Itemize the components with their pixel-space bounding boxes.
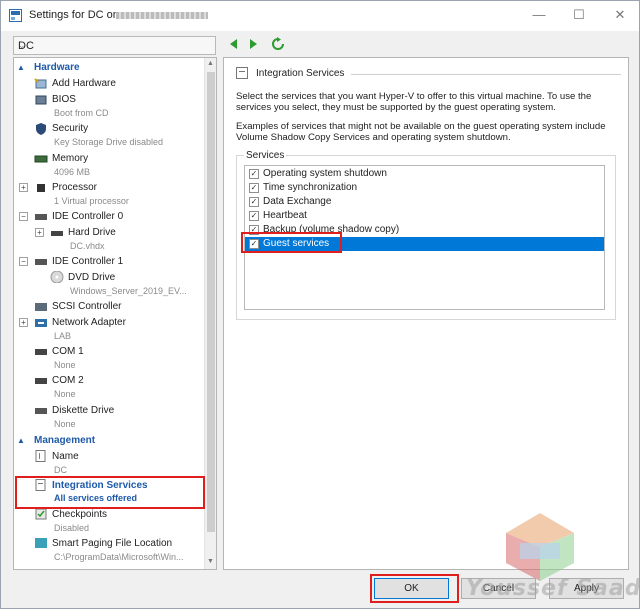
forward-arrow-icon[interactable] bbox=[246, 37, 260, 51]
memory-icon bbox=[34, 155, 48, 163]
back-arrow-icon[interactable] bbox=[227, 37, 241, 51]
scroll-down-icon[interactable]: ▼ bbox=[207, 558, 214, 565]
redacted-host-name bbox=[116, 12, 208, 19]
service-heartbeat[interactable]: ✓ Heartbeat bbox=[245, 209, 604, 223]
service-operating-system-shutdown[interactable]: ✓ Operating system shutdown bbox=[245, 167, 604, 181]
sidebar-item-scsi-controller[interactable]: SCSI Controller bbox=[14, 300, 204, 314]
collapse-icon[interactable]: − bbox=[19, 257, 28, 266]
sidebar-item-processor[interactable]: + Processor 1 Virtual processor bbox=[14, 181, 204, 209]
sidebar-item-add-hardware[interactable]: Add Hardware bbox=[14, 77, 204, 91]
network-adapter-icon bbox=[35, 319, 47, 327]
service-checkbox[interactable]: ✓ bbox=[249, 197, 259, 207]
vm-selector[interactable]: DC ⌄ bbox=[13, 36, 216, 55]
sidebar-item-bios[interactable]: BIOS Boot from CD bbox=[14, 93, 204, 121]
services-legend: Services bbox=[244, 150, 287, 161]
ide-controller-icon bbox=[35, 214, 47, 220]
sidebar-item-checkpoints[interactable]: Checkpoints Disabled bbox=[14, 508, 204, 536]
description-text: Select the services that you want Hyper-… bbox=[236, 91, 592, 113]
sidebar-item-security[interactable]: Security Key Storage Drive disabled bbox=[14, 122, 204, 150]
expand-icon[interactable]: + bbox=[19, 183, 28, 192]
maximize-icon[interactable]: ☐ bbox=[571, 7, 587, 23]
smart-paging-icon bbox=[35, 538, 47, 548]
svg-text:I: I bbox=[39, 452, 41, 461]
sidebar-item-ide-controller-1[interactable]: − IDE Controller 1 bbox=[14, 255, 204, 269]
collapse-triangle-icon: ▲ bbox=[17, 63, 25, 72]
bios-chip-icon bbox=[35, 95, 47, 105]
chevron-down-icon: ⌄ bbox=[18, 40, 26, 50]
integration-services-icon bbox=[236, 67, 248, 79]
service-time-synchronization[interactable]: ✓ Time synchronization bbox=[245, 181, 604, 195]
refresh-icon[interactable] bbox=[271, 37, 285, 51]
sidebar-item-smart-paging[interactable]: Smart Paging File Location C:\ProgramDat… bbox=[14, 537, 204, 565]
sidebar-item-com-2[interactable]: COM 2 None bbox=[14, 374, 204, 402]
service-checkbox[interactable]: ✓ bbox=[249, 211, 259, 221]
collapse-triangle-icon: ▲ bbox=[17, 436, 25, 445]
annotation-highlight-ok bbox=[370, 574, 459, 603]
close-icon[interactable]: ✕ bbox=[612, 7, 628, 23]
shield-icon bbox=[36, 123, 46, 135]
annotation-highlight-guest-services bbox=[241, 232, 342, 253]
collapse-icon[interactable]: − bbox=[19, 212, 28, 221]
group-title: Integration Services bbox=[256, 68, 345, 79]
service-checkbox[interactable]: ✓ bbox=[249, 183, 259, 193]
expand-icon[interactable]: + bbox=[35, 228, 44, 237]
scroll-up-icon[interactable]: ▲ bbox=[207, 60, 214, 67]
sidebar-item-hard-drive[interactable]: + Hard Drive DC.vhdx bbox=[14, 226, 204, 254]
sidebar-item-network-adapter[interactable]: + Network Adapter LAB bbox=[14, 316, 204, 344]
diskette-icon bbox=[35, 408, 47, 414]
sidebar-item-com-1[interactable]: COM 1 None bbox=[14, 345, 204, 373]
expand-icon[interactable]: + bbox=[19, 318, 28, 327]
sidebar-item-dvd-drive[interactable]: DVD Drive Windows_Server_2019_EV... bbox=[14, 271, 204, 299]
settings-window: Settings for DC on — ☐ ✕ DC ⌄ ▲ Hardware… bbox=[0, 0, 640, 609]
section-management[interactable]: ▲ Management bbox=[14, 435, 204, 448]
ide-controller-icon bbox=[35, 259, 47, 265]
service-data-exchange[interactable]: ✓ Data Exchange bbox=[245, 195, 604, 209]
section-hardware[interactable]: ▲ Hardware bbox=[14, 62, 204, 75]
watermark-logo-icon bbox=[506, 513, 574, 581]
com-port-icon bbox=[35, 349, 47, 355]
hard-drive-icon bbox=[51, 231, 63, 236]
window-title: Settings for DC on bbox=[29, 9, 119, 21]
group-divider bbox=[351, 74, 621, 75]
sidebar-item-name[interactable]: I Name DC bbox=[14, 450, 204, 478]
details-panel: Integration Services Select the services… bbox=[223, 57, 629, 570]
minimize-icon[interactable]: — bbox=[531, 7, 547, 23]
examples-text: Examples of services that might not be a… bbox=[236, 121, 606, 143]
watermark-text: Youssef Saad bbox=[466, 576, 640, 601]
name-tag-icon: I bbox=[35, 450, 46, 462]
checkpoints-icon bbox=[35, 508, 47, 520]
processor-icon bbox=[37, 184, 45, 192]
scrollbar-thumb[interactable] bbox=[207, 72, 215, 532]
annotation-highlight-integration-services bbox=[15, 476, 205, 509]
scsi-controller-icon bbox=[35, 303, 47, 311]
dvd-disc-icon bbox=[50, 271, 64, 283]
tree-scrollbar[interactable]: ▲ ▼ bbox=[204, 58, 216, 569]
hyper-v-settings-icon bbox=[9, 9, 22, 22]
add-hardware-icon bbox=[34, 78, 47, 89]
com-port-icon bbox=[35, 378, 47, 384]
sidebar-item-memory[interactable]: Memory 4096 MB bbox=[14, 152, 204, 180]
title-bar: Settings for DC on — ☐ ✕ bbox=[1, 1, 639, 31]
service-checkbox[interactable]: ✓ bbox=[249, 169, 259, 179]
sidebar-item-ide-controller-0[interactable]: − IDE Controller 0 bbox=[14, 210, 204, 224]
sidebar-item-diskette-drive[interactable]: Diskette Drive None bbox=[14, 404, 204, 432]
